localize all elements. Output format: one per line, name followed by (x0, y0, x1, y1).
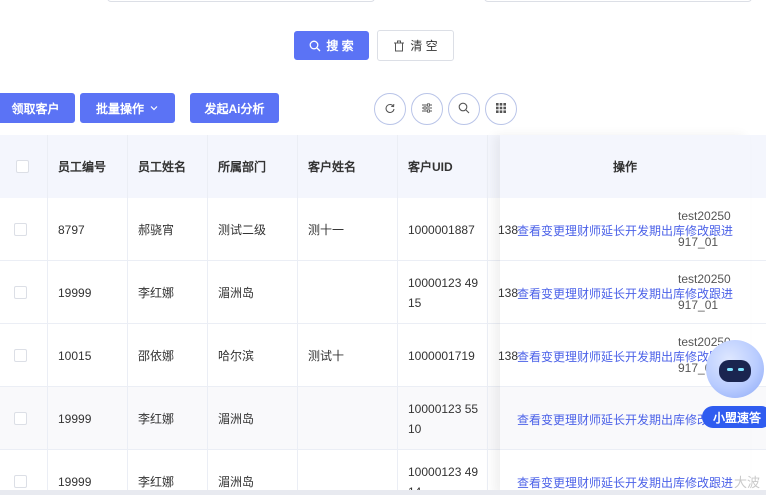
cell-emp-id: 10015 (58, 348, 92, 363)
search-icon (458, 102, 470, 117)
cell-emp-name: 李红娜 (138, 285, 175, 300)
row-followup-line1: test20250 (678, 209, 731, 223)
cell-dept: 湄洲岛 (218, 411, 255, 426)
cell-dept: 测试二级 (218, 222, 267, 237)
refresh-button[interactable] (374, 93, 406, 125)
select-all-checkbox[interactable] (16, 160, 29, 173)
cell-emp-name: 郝骁宵 (138, 222, 175, 237)
trash-icon (393, 40, 405, 52)
robot-avatar-icon (706, 340, 764, 398)
row-operation-links[interactable]: 查看变更理财师延长开发期出库修改跟进 (517, 474, 733, 491)
table-search-button[interactable] (448, 93, 480, 125)
cust-uid-line1: 10000123 49 (408, 275, 479, 290)
refresh-icon (384, 102, 396, 117)
row-checkbox[interactable] (14, 223, 27, 236)
cell-emp-id: 19999 (58, 285, 92, 300)
header-dept[interactable]: 所属部门 (218, 135, 266, 198)
cell-emp-id: 8797 (58, 222, 85, 237)
cell-emp-name: 李红娜 (138, 474, 175, 489)
cell-cust-name: 测十一 (308, 222, 345, 237)
cell-emp-name: 邵依娜 (138, 348, 175, 363)
cust-uid-line1: 1000001719 (408, 348, 475, 363)
assistant-widget[interactable]: 小盟速答 (702, 340, 766, 430)
column-settings-button[interactable] (411, 93, 443, 125)
cell-cust-uid: 1000001719 (408, 324, 475, 387)
chevron-down-icon (149, 103, 159, 113)
cell-cust-uid: 1000001887 (408, 198, 475, 261)
row-followup-line2: 917_01 (678, 298, 719, 312)
grid-icon (495, 102, 507, 117)
cell-cust-uid: 10000123 49 15 (408, 261, 478, 324)
batch-operation-button[interactable]: 批量操作 (80, 93, 175, 123)
row-checkbox[interactable] (14, 286, 27, 299)
watermark: 大波 (733, 475, 760, 490)
cust-uid-line1: 10000123 49 (408, 464, 479, 479)
claim-customer-label: 领取客户 (11, 101, 60, 116)
row-followup-line1: test20250 (678, 272, 731, 286)
cust-uid-line1: 10000123 55 (408, 401, 479, 416)
ai-analysis-button[interactable]: 发起Ai分析 (190, 93, 279, 123)
search-icon (309, 40, 321, 52)
batch-operation-label: 批量操作 (95, 101, 144, 116)
ai-analysis-label: 发起Ai分析 (204, 101, 265, 116)
header-emp-id[interactable]: 员工编号 (58, 135, 106, 198)
cust-uid-line1: 1000001887 (408, 222, 475, 237)
row-operation-links[interactable]: 查看变更理财师延长开发期出库修改跟进 (517, 411, 733, 428)
clear-button-label: 清 空 (410, 39, 438, 53)
cell-cust-uid: 10000123 55 10 (408, 387, 478, 450)
filter-input-right[interactable] (484, 0, 752, 2)
filter-input-left[interactable] (107, 0, 375, 2)
search-button[interactable]: 搜 索 (294, 31, 369, 60)
clear-button[interactable]: 清 空 (377, 30, 454, 61)
row-checkbox[interactable] (14, 475, 27, 488)
cell-dept: 湄洲岛 (218, 285, 255, 300)
header-cust-name[interactable]: 客户姓名 (308, 135, 356, 198)
cust-uid-line2: 15 (408, 295, 422, 310)
cell-dept: 哈尔滨 (218, 348, 255, 363)
assistant-label: 小盟速答 (702, 406, 766, 428)
header-cust-uid[interactable]: 客户UID (408, 135, 453, 198)
operations-column: 操作 查看变更理财师延长开发期出库修改跟进 test20250 917_01 查看变更… (500, 135, 750, 495)
horizontal-scrollbar[interactable] (0, 490, 766, 495)
row-checkbox[interactable] (14, 349, 27, 362)
cell-emp-name: 李红娜 (138, 411, 175, 426)
cell-emp-id: 19999 (58, 411, 92, 426)
grid-view-button[interactable] (485, 93, 517, 125)
claim-customer-button[interactable]: 领取客户 (0, 93, 75, 123)
row-followup-line2: 917_01 (678, 235, 719, 249)
cell-cust-uid: 10000123 4914 (408, 450, 478, 495)
cell-cust-name: 测试十 (308, 348, 345, 363)
row-checkbox[interactable] (14, 412, 27, 425)
cell-dept: 湄洲岛 (218, 474, 255, 489)
sliders-icon (421, 102, 433, 117)
header-operations: 操作 (500, 135, 750, 198)
cell-emp-id: 19999 (58, 474, 92, 489)
search-button-label: 搜 索 (326, 39, 354, 53)
cust-uid-line2: 10 (408, 421, 422, 436)
header-emp-name[interactable]: 员工姓名 (138, 135, 186, 198)
